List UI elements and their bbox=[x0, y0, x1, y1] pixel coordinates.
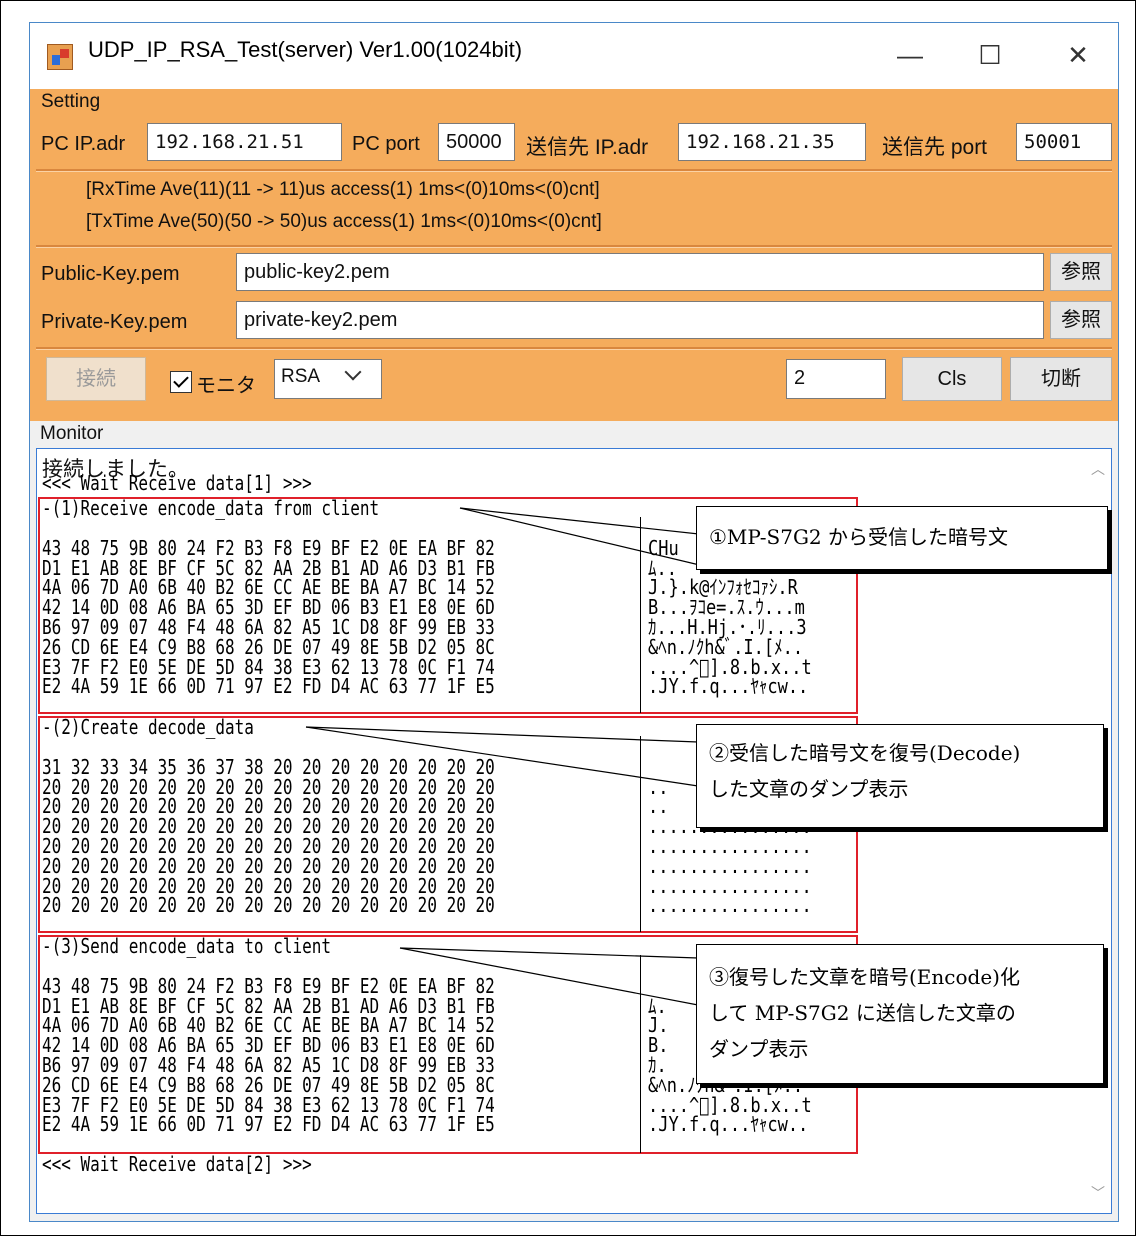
leader-line-1b bbox=[459, 507, 709, 568]
callout-3: ③復号した文章を暗号(Encode)化 して MP-S7G2 に送信した文章の … bbox=[696, 944, 1104, 1084]
callout-1: ①MP-S7G2 から受信した暗号文 bbox=[696, 506, 1108, 570]
leader-line-2b bbox=[305, 726, 699, 787]
leader-line-2 bbox=[305, 726, 699, 743]
callout-2: ②受信した暗号文を復号(Decode) した文章のダンプ表示 bbox=[696, 724, 1104, 828]
leader-line-1 bbox=[459, 507, 709, 536]
